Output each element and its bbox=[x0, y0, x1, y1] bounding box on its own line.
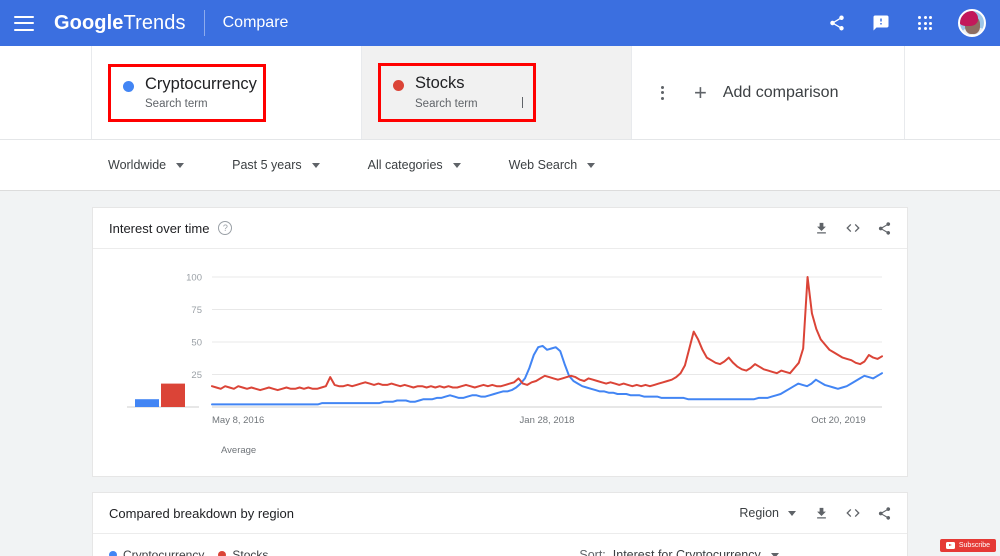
term-sublabel: Search term bbox=[415, 97, 523, 110]
filter-time-range-label: Past 5 years bbox=[232, 158, 302, 172]
hamburger-icon[interactable] bbox=[14, 15, 34, 31]
legend-label: Cryptocurrency bbox=[123, 548, 205, 556]
series-dot-icon bbox=[109, 551, 117, 556]
region-select-label: Region bbox=[739, 506, 779, 520]
avatar[interactable] bbox=[958, 9, 986, 37]
google-trends-logo[interactable]: GoogleTrends bbox=[54, 12, 186, 35]
interest-card-header: Interest over time ? bbox=[93, 208, 907, 249]
interest-card-actions bbox=[814, 220, 892, 236]
text-cursor-icon bbox=[521, 97, 523, 108]
svg-text:75: 75 bbox=[191, 305, 202, 316]
svg-text:50: 50 bbox=[191, 338, 202, 349]
chevron-down-icon bbox=[788, 510, 796, 516]
feedback-icon[interactable] bbox=[870, 12, 892, 34]
share-icon[interactable] bbox=[826, 12, 848, 34]
term-card-stocks[interactable]: Stocks Search term bbox=[378, 63, 536, 122]
page-title: Interest over time bbox=[109, 220, 210, 236]
term-label: Stocks bbox=[415, 74, 465, 92]
svg-text:25: 25 bbox=[191, 370, 202, 381]
interest-over-time-card: Interest over time ? 25 50 75 100 May 8, 201… bbox=[92, 207, 908, 477]
legend-item-stocks: Stocks bbox=[218, 548, 268, 556]
sort-control: Sort: Interest for Cryptocurrency bbox=[579, 548, 779, 556]
region-card-body: Cryptocurrency Stocks Sort: Interest for… bbox=[93, 534, 907, 556]
logo-google: Google bbox=[54, 11, 124, 34]
chevron-down-icon bbox=[770, 552, 779, 556]
share-icon[interactable] bbox=[877, 221, 892, 236]
add-comparison-label: Add comparison bbox=[722, 83, 839, 101]
plus-icon: + bbox=[694, 79, 707, 105]
share-icon[interactable] bbox=[877, 506, 892, 521]
add-comparison-button[interactable]: + Add comparison bbox=[632, 46, 905, 139]
chevron-down-icon bbox=[452, 162, 461, 168]
sort-label: Sort: bbox=[579, 548, 606, 556]
terms-right-spacer bbox=[905, 46, 1000, 139]
svg-text:100: 100 bbox=[186, 273, 202, 284]
term-column-stocks[interactable]: Stocks Search term bbox=[362, 46, 664, 139]
region-card-actions: Region bbox=[739, 505, 892, 521]
chevron-down-icon bbox=[587, 162, 596, 168]
term-card-cryptocurrency[interactable]: Cryptocurrency Search term bbox=[108, 63, 266, 122]
region-card-header: Compared breakdown by region Region bbox=[93, 493, 907, 534]
youtube-subscribe-button[interactable]: Subscribe bbox=[939, 539, 996, 552]
svg-text:Jan 28, 2018: Jan 28, 2018 bbox=[520, 415, 575, 426]
comparison-terms-row: Cryptocurrency Search term Stocks Search… bbox=[0, 46, 1000, 140]
interest-over-time-chart[interactable]: 25 50 75 100 May 8, 2016 Jan 28, 2018 Oct 20, … bbox=[93, 249, 907, 476]
filter-location-label: Worldwide bbox=[108, 158, 167, 172]
divider bbox=[203, 10, 205, 36]
region-select[interactable]: Region bbox=[739, 506, 796, 520]
filter-search-type[interactable]: Web Search bbox=[509, 158, 596, 172]
section-title-compare: Compare bbox=[222, 14, 289, 31]
svg-text:Oct 20, 2019: Oct 20, 2019 bbox=[811, 415, 865, 426]
youtube-play-icon bbox=[945, 542, 955, 549]
terms-left-spacer bbox=[0, 46, 92, 139]
filter-category-label: All categories bbox=[367, 158, 443, 172]
download-icon[interactable] bbox=[814, 221, 829, 236]
series-dot-icon bbox=[218, 551, 227, 556]
region-card-title: Compared breakdown by region bbox=[109, 505, 294, 521]
apps-grid-icon[interactable] bbox=[914, 12, 936, 34]
more-vert-icon[interactable] bbox=[661, 85, 664, 100]
filter-time-range[interactable]: Past 5 years bbox=[232, 158, 320, 172]
embed-icon[interactable] bbox=[845, 505, 861, 521]
filter-location[interactable]: Worldwide bbox=[108, 158, 185, 172]
sort-select[interactable]: Interest for Cryptocurrency bbox=[613, 548, 779, 556]
main-content: Interest over time ? 25 50 75 100 May 8, 201… bbox=[0, 191, 1000, 556]
region-legend: Cryptocurrency Stocks bbox=[109, 548, 268, 556]
term-sublabel: Search term bbox=[145, 97, 208, 110]
term-column-cryptocurrency[interactable]: Cryptocurrency Search term bbox=[92, 46, 362, 139]
sort-value-label: Interest for Cryptocurrency bbox=[612, 548, 761, 556]
youtube-subscribe-label: Subscribe bbox=[958, 542, 990, 549]
filter-category[interactable]: All categories bbox=[368, 158, 461, 172]
embed-icon[interactable] bbox=[845, 220, 861, 236]
series-dot-icon bbox=[393, 80, 404, 91]
app-bar: GoogleTrends Compare bbox=[0, 0, 1000, 46]
legend-item-cryptocurrency: Cryptocurrency bbox=[109, 548, 204, 556]
svg-text:May 8, 2016: May 8, 2016 bbox=[212, 415, 264, 426]
chevron-down-icon bbox=[176, 162, 185, 168]
logo-trends: Trends bbox=[123, 11, 186, 34]
legend-label: Stocks bbox=[232, 548, 269, 556]
chevron-down-icon bbox=[311, 162, 320, 168]
series-dot-icon bbox=[123, 80, 134, 92]
region-breakdown-card: Compared breakdown by region Region Cryp… bbox=[92, 492, 908, 556]
help-icon[interactable]: ? bbox=[218, 221, 233, 235]
average-bars-label: Average bbox=[221, 445, 257, 456]
download-icon[interactable] bbox=[814, 506, 829, 521]
term-label: Cryptocurrency bbox=[145, 74, 257, 93]
filter-search-type-label: Web Search bbox=[508, 158, 578, 172]
filter-bar: Worldwide Past 5 years All categories We… bbox=[0, 140, 1000, 191]
app-bar-actions bbox=[826, 9, 986, 37]
trends-line-chart: 25 50 75 100 May 8, 2016 Jan 28, 2018 Oct 20, … bbox=[127, 273, 883, 426]
